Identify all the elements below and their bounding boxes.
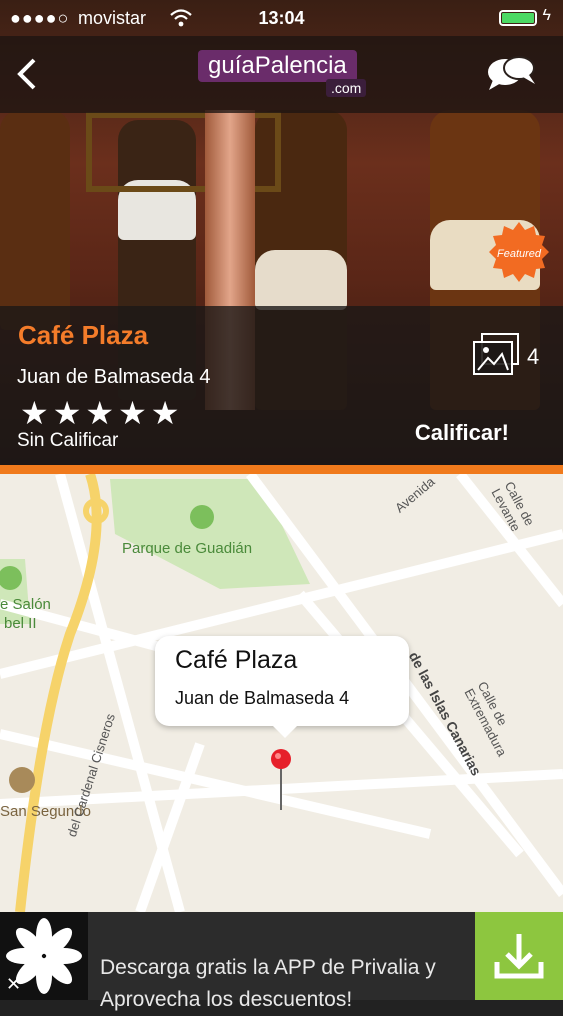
charging-icon: ϟ — [542, 7, 551, 24]
map-callout[interactable]: Café Plaza Juan de Balmaseda 4 — [155, 636, 409, 738]
status-bar: ●●●●○ movistar 13:04 ϟ — [0, 0, 563, 36]
star-icon[interactable]: ★ — [20, 395, 49, 431]
back-icon[interactable] — [10, 54, 50, 94]
featured-label: Featured — [497, 248, 542, 260]
download-button[interactable] — [475, 912, 563, 1000]
section-divider — [0, 465, 563, 474]
ad-text: Descarga gratis la APP de Privalia y Apr… — [100, 952, 436, 1016]
rating-stars[interactable]: ★ ★ ★ ★ ★ — [20, 394, 183, 432]
logo-suffix: .com — [326, 79, 367, 97]
place-address: Juan de Balmaseda 4 — [17, 366, 211, 388]
star-icon[interactable]: ★ — [151, 395, 180, 431]
callout-title: Café Plaza — [175, 646, 298, 674]
featured-badge: Featured — [489, 222, 549, 282]
ad-line-2: Aprovecha los descuentos! — [100, 988, 353, 1011]
place-name: Café Plaza — [18, 320, 149, 350]
rate-button[interactable]: Calificar! — [415, 420, 509, 446]
map-label-salon: e Salón — [0, 596, 51, 613]
ad-close-icon[interactable]: ✕ — [6, 974, 28, 996]
logo-main[interactable]: guíaPalencia — [198, 50, 357, 82]
photo-count: 4 — [527, 344, 540, 369]
star-icon[interactable]: ★ — [118, 395, 147, 431]
map-view[interactable]: Parque de Guadián e Salón bel II San Seg… — [0, 474, 563, 912]
download-icon — [494, 934, 544, 979]
rating-status: Sin Calificar — [17, 430, 119, 451]
clock: 13:04 — [258, 8, 305, 28]
photo-gallery-icon[interactable] — [472, 332, 522, 376]
ad-banner[interactable]: ✕ Descarga gratis la APP de Privalia y A… — [0, 912, 563, 1011]
star-icon[interactable]: ★ — [85, 395, 114, 431]
star-icon[interactable]: ★ — [53, 395, 82, 431]
nav-bar: guíaPalencia .com — [0, 36, 563, 113]
callout-subtitle: Juan de Balmaseda 4 — [175, 688, 350, 708]
place-info-panel: Café Plaza Juan de Balmaseda 4 ★ ★ ★ ★ ★ Sin… — [0, 306, 563, 465]
map-label-parque: Parque de Guadián — [122, 540, 253, 557]
chat-bubbles-icon[interactable] — [485, 54, 537, 94]
map-label-salon-2: bel II — [4, 615, 37, 632]
ad-line-1: Descarga gratis la APP de Privalia y — [100, 956, 436, 979]
battery-icon — [499, 10, 537, 26]
